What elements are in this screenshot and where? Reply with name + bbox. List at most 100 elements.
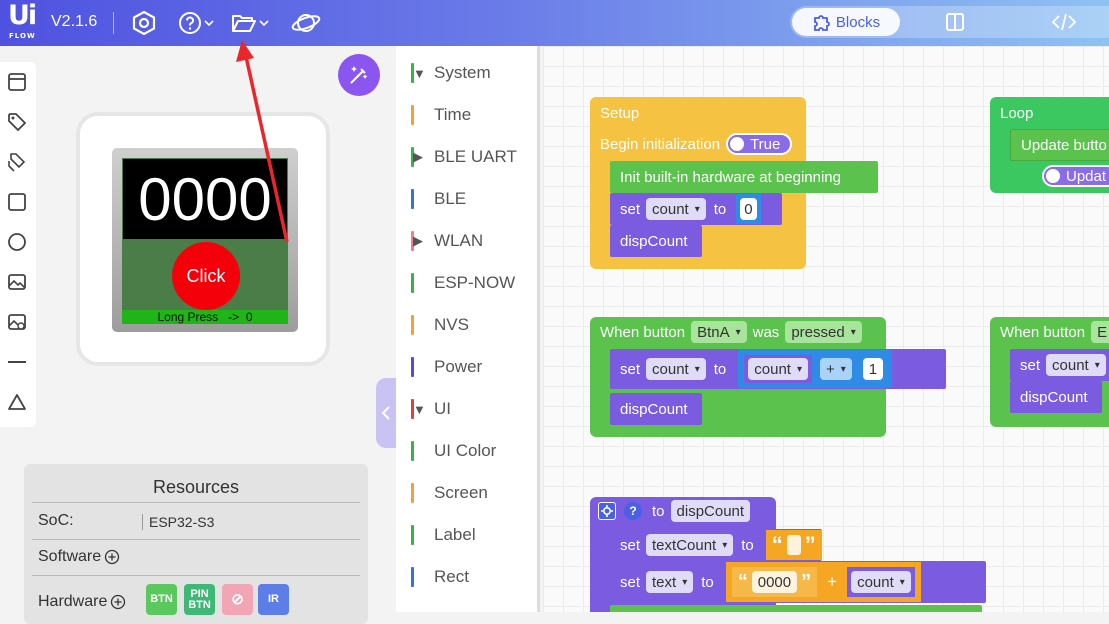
number-value[interactable]: 1 bbox=[862, 358, 884, 380]
hardware-badge-pin-btn[interactable]: PIN BTN bbox=[184, 584, 215, 615]
count-getter-dropdown[interactable]: count bbox=[851, 571, 911, 593]
toolbox-category-esp-now[interactable]: ESP-NOW bbox=[396, 268, 536, 298]
quote-close: ” bbox=[804, 532, 816, 557]
toolbox-category-time[interactable]: Time bbox=[396, 100, 536, 130]
toolbox-category-wlan[interactable]: ▶ WLAN bbox=[396, 226, 536, 256]
toolbox-category-system[interactable]: ▼ System bbox=[396, 58, 536, 88]
update-toggle[interactable]: Updat bbox=[1042, 165, 1109, 187]
set-textcount-block[interactable]: set textCount to “ ” bbox=[610, 529, 822, 561]
count-getter-block[interactable]: count bbox=[847, 567, 915, 597]
magic-wand-icon bbox=[350, 66, 368, 84]
planet-icon[interactable] bbox=[291, 9, 321, 37]
math-add-block[interactable]: count + 1 bbox=[738, 350, 893, 388]
text-literal-value[interactable]: 0000 bbox=[751, 571, 798, 593]
long-press-label[interactable]: Long Press -> 0 bbox=[122, 310, 288, 324]
click-button[interactable]: Click bbox=[172, 242, 240, 310]
init-hardware-block[interactable]: Init built-in hardware at beginning bbox=[610, 161, 878, 193]
toolbox-category-ui[interactable]: ▼ UI bbox=[396, 394, 536, 424]
set-count-block[interactable]: set count bbox=[1010, 349, 1109, 381]
line-icon[interactable] bbox=[6, 351, 28, 373]
hardware-row[interactable]: Hardware bbox=[38, 593, 126, 611]
set-count-increment-block[interactable]: set count to count + 1 bbox=[610, 349, 946, 389]
tag-stack-icon[interactable] bbox=[6, 151, 28, 173]
image-plus-icon[interactable] bbox=[6, 311, 28, 333]
triangle-icon[interactable] bbox=[6, 391, 28, 413]
counter-label[interactable]: 0000 bbox=[122, 158, 288, 240]
add-circle-icon[interactable] bbox=[110, 594, 126, 610]
block-workspace[interactable]: Setup Begin initialization True Init bui… bbox=[543, 46, 1109, 612]
gear-icon[interactable] bbox=[598, 502, 616, 520]
button-name-dropdown[interactable]: BtnA bbox=[691, 321, 747, 343]
divider bbox=[32, 575, 360, 576]
caret-right-icon[interactable]: ▶ bbox=[413, 233, 423, 249]
settings-hex-icon[interactable] bbox=[131, 9, 157, 37]
number-value[interactable]: 0 bbox=[740, 198, 757, 220]
toolbox-category-ui-color[interactable]: UI Color bbox=[396, 436, 536, 466]
help-icon[interactable]: ? bbox=[624, 502, 642, 520]
hardware-badge-ir-tx[interactable]: ⊘ bbox=[222, 584, 253, 615]
call-dispcount-block[interactable]: dispCount bbox=[1010, 381, 1102, 413]
device-screen[interactable]: 0000 Click Long Press -> 0 bbox=[122, 158, 288, 324]
rectangle-icon[interactable] bbox=[6, 191, 28, 213]
tag-icon[interactable] bbox=[6, 111, 28, 133]
set-count-block[interactable]: set count to 0 bbox=[610, 193, 782, 225]
category-label: UI Color bbox=[434, 441, 497, 460]
tab-blocks[interactable]: Blocks bbox=[792, 8, 900, 36]
number-block[interactable]: 0 bbox=[736, 194, 761, 224]
operator-dropdown[interactable]: + bbox=[820, 358, 852, 380]
category-label: Rect bbox=[434, 567, 469, 586]
hardware-badge-btn[interactable]: BTN bbox=[146, 584, 177, 615]
toolbox-category-power[interactable]: Power bbox=[396, 352, 536, 382]
button-event-dropdown[interactable]: pressed bbox=[785, 321, 862, 343]
empty-text-block[interactable]: “ ” bbox=[765, 530, 822, 560]
window-icon[interactable] bbox=[6, 71, 28, 93]
toolbox-category-ble-uart[interactable]: ▶ BLE UART bbox=[396, 142, 536, 172]
number-block[interactable]: 1 bbox=[859, 355, 887, 383]
tab-code[interactable] bbox=[1034, 8, 1094, 36]
image-icon[interactable] bbox=[6, 271, 28, 293]
toolbox-category-ble[interactable]: BLE bbox=[396, 184, 536, 214]
block-toolbox: ▼ System Time ▶ BLE UART BLE ▶ WLAN ESP-NOW NVS Po… bbox=[396, 46, 540, 612]
button-b-header-row: When button E bbox=[1000, 321, 1109, 343]
textcount-variable-dropdown[interactable]: textCount bbox=[646, 534, 734, 556]
magic-wand-button[interactable] bbox=[338, 54, 380, 96]
text-literal-block[interactable]: “ 0000 ” bbox=[731, 567, 818, 597]
category-color-bar bbox=[411, 483, 414, 503]
button-name-dropdown[interactable]: E bbox=[1091, 321, 1109, 343]
call-dispcount-block[interactable]: dispCount bbox=[610, 225, 702, 257]
set-text-block[interactable]: set text to “ 0000 ” + count bbox=[610, 561, 986, 603]
count-getter-block[interactable]: count bbox=[744, 355, 812, 383]
count-variable-dropdown[interactable]: count bbox=[1046, 354, 1106, 376]
help-menu-button[interactable] bbox=[178, 9, 214, 37]
text-join-block[interactable]: “ 0000 ” + count bbox=[725, 562, 921, 602]
text-variable-dropdown[interactable]: text bbox=[646, 571, 694, 593]
toolbox-category-label[interactable]: Label bbox=[396, 520, 536, 550]
to-label: to bbox=[713, 360, 727, 378]
call-dispcount-block[interactable]: dispCount bbox=[610, 393, 702, 425]
logo-sub-text: FLOW bbox=[9, 32, 36, 40]
toolbox-category-screen[interactable]: Screen bbox=[396, 478, 536, 508]
circle-icon[interactable] bbox=[6, 231, 28, 253]
category-label: Screen bbox=[434, 483, 488, 502]
tab-split-view[interactable] bbox=[925, 8, 985, 36]
collapse-panel-handle[interactable] bbox=[376, 378, 396, 448]
folder-menu-button[interactable] bbox=[231, 9, 269, 37]
empty-text-field[interactable] bbox=[786, 535, 801, 555]
update-buttons-block[interactable]: Update butto bbox=[1010, 129, 1109, 161]
toolbox-category-nvs[interactable]: NVS bbox=[396, 310, 536, 340]
count-getter-dropdown[interactable]: count bbox=[748, 358, 808, 380]
chevron-down-icon bbox=[204, 20, 214, 27]
next-statement-block[interactable] bbox=[610, 605, 982, 612]
caret-down-icon[interactable]: ▼ bbox=[413, 402, 426, 417]
count-variable-dropdown[interactable]: count bbox=[646, 198, 706, 220]
caret-down-icon[interactable]: ▼ bbox=[413, 66, 426, 81]
software-row[interactable]: Software bbox=[38, 548, 120, 566]
toolbox-category-rect[interactable]: Rect bbox=[396, 562, 536, 592]
caret-right-icon[interactable]: ▶ bbox=[413, 149, 423, 165]
function-name-field[interactable]: dispCount bbox=[670, 500, 751, 522]
hardware-badge-ir[interactable]: IR bbox=[258, 584, 289, 615]
folder-open-icon bbox=[232, 15, 256, 32]
add-circle-icon[interactable] bbox=[104, 549, 120, 565]
count-variable-dropdown[interactable]: count bbox=[646, 358, 706, 380]
begin-init-toggle[interactable]: True bbox=[726, 133, 793, 155]
